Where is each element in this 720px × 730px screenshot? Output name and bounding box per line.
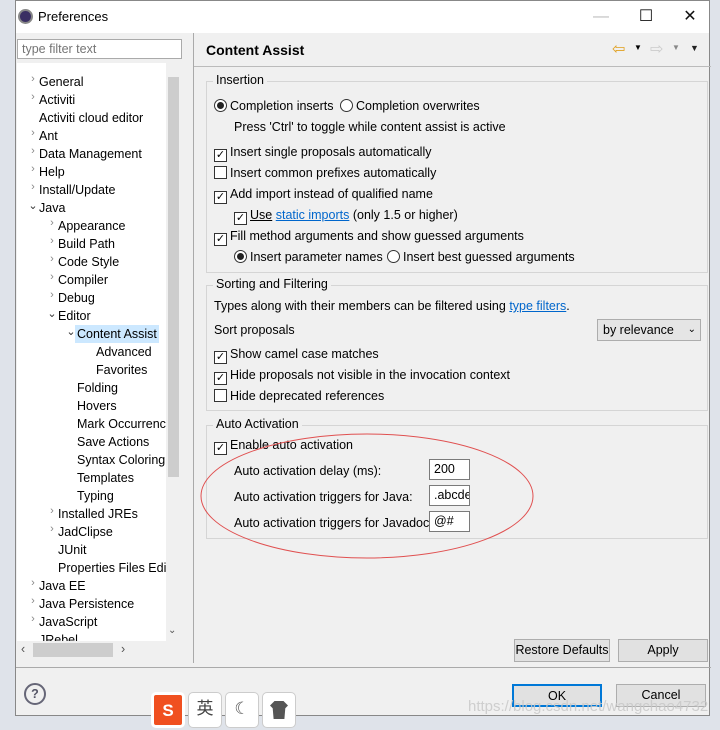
- skin-shirt-icon[interactable]: [262, 692, 296, 728]
- input-language-icon[interactable]: 英: [188, 692, 222, 728]
- watermark: https://blog.csdn.net/wangchao4732: [468, 698, 709, 715]
- sogou-icon[interactable]: S: [151, 692, 185, 728]
- moon-icon[interactable]: ☾: [225, 692, 259, 728]
- annotation-ellipse: [200, 433, 534, 559]
